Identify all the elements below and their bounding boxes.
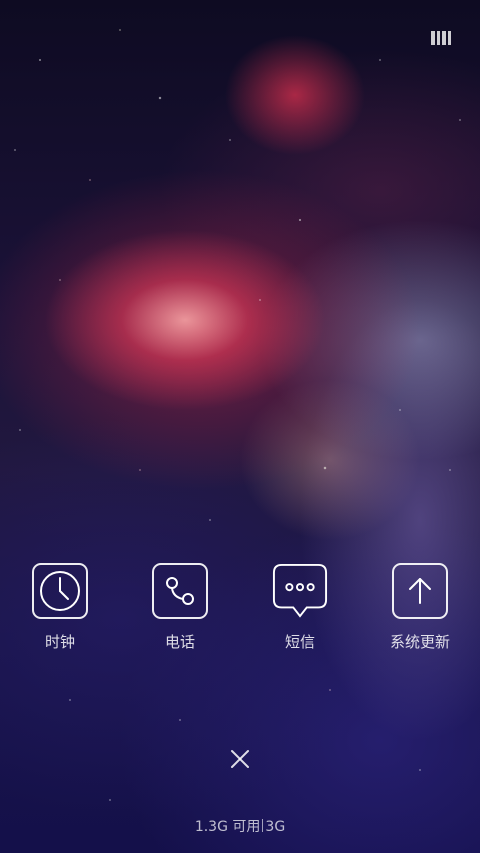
memory-separator — [262, 819, 264, 832]
shortcut-label-messages: 短信 — [284, 633, 315, 651]
memory-total: 3G — [265, 819, 286, 835]
clock-icon[interactable] — [32, 563, 88, 619]
shortcut-label-phone: 电话 — [164, 633, 195, 651]
shortcut-messages[interactable]: 短信 — [250, 563, 350, 652]
close-icon — [231, 750, 249, 768]
message-icon[interactable] — [272, 563, 328, 619]
shortcut-label-clock: 时钟 — [44, 633, 75, 651]
recent-apps-icon-bar — [447, 31, 451, 45]
shortcut-phone[interactable]: 电话 — [130, 563, 230, 652]
shortcut-system-update[interactable]: 系统更新 — [370, 563, 470, 652]
starfield-wallpaper — [0, 0, 480, 853]
memory-available: 1.3G 可用 — [194, 819, 261, 835]
recent-apps-icon-bar — [436, 31, 440, 45]
memory-status: 1.3G 可用 3G — [0, 816, 480, 836]
shortcut-clock[interactable]: 时钟 — [10, 563, 110, 652]
phone-icon[interactable] — [152, 563, 208, 619]
shortcut-label-system-update: 系统更新 — [389, 633, 450, 651]
clear-all-button[interactable] — [226, 745, 254, 773]
recent-apps-icon[interactable] — [431, 31, 451, 45]
recent-apps-icon-bar — [442, 31, 446, 45]
recent-apps-icon-bar — [431, 31, 435, 45]
recent-apps-screen: 时钟 电话 短信 系统更新 1.3G 可用 3G — [0, 0, 480, 853]
update-arrow-icon[interactable] — [392, 563, 448, 619]
